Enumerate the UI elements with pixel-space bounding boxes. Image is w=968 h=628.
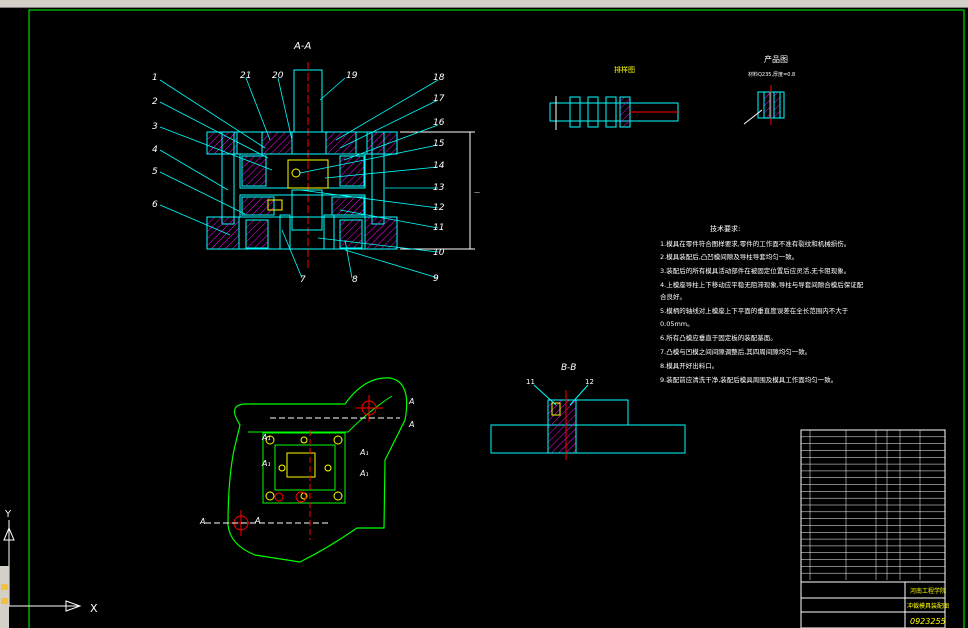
- callout-18: 18: [433, 73, 445, 83]
- sheet-border: [28, 9, 965, 628]
- callout-12: 12: [433, 203, 445, 213]
- tech-requirements: 技术要求: 1.模具在零件符合图样要求,零件的工作面不准有裂纹和机械损伤。 2.…: [660, 224, 864, 384]
- callout-16: 16: [433, 118, 445, 128]
- section-bb-title: B-B: [561, 363, 576, 373]
- tb-drawing-name: 冲裁模具装配图: [907, 602, 949, 610]
- tech-item-9: 9.装配前应清洗干净,装配后模具周围及模具工作面均匀一致。: [660, 375, 837, 384]
- tech-item-5b: 0.05mm。: [660, 320, 694, 328]
- tech-item-3: 3.装配后的所有模具活动部件在被固定位置后应灵活,无卡阻现象。: [660, 266, 850, 275]
- title-block: 河南工程学院 冲裁模具装配图 0923255: [800, 429, 949, 628]
- tb-school: 河南工程学院: [910, 587, 946, 595]
- product-drawing: 产品图 材料Q235,厚度=0.8: [743, 54, 795, 125]
- plan-label-a8: A₁: [261, 459, 271, 468]
- tech-item-7: 7.凸模与凹模之间间隙调整后,其四周间隙均匀一致。: [660, 347, 811, 356]
- plan-label-a4: A₁: [359, 469, 369, 478]
- callout-2: 2: [152, 97, 158, 107]
- callout-6: 6: [152, 200, 158, 210]
- bb-callout-12: 12: [585, 378, 594, 386]
- tech-item-4: 4.上模座导柱上下移动应平稳无阻滞现象,导柱与导套间隙合模后保证配: [660, 280, 864, 289]
- ucs-icon: Y X: [3, 509, 98, 615]
- callout-7: 7: [300, 275, 306, 285]
- callout-14: 14: [433, 161, 445, 171]
- strip-layout: 排样图: [549, 65, 680, 130]
- panel-key[interactable]: [1, 598, 8, 604]
- tech-item-1: 1.模具在零件符合图样要求,零件的工作面不准有裂纹和机械损伤。: [660, 239, 850, 248]
- section-bb: B-B 11 12: [490, 363, 686, 460]
- callout-8: 8: [352, 275, 358, 285]
- bb-callout-11: 11: [526, 378, 535, 386]
- tech-item-2: 2.模具装配后,凸凹模间隙及导柱导套均匀一致。: [660, 252, 798, 261]
- tech-item-5: 5.模柄的轴线对上模座上下平面的垂直度误差在全长范围内不大于: [660, 306, 849, 315]
- plan-label-a7: A₁: [261, 433, 271, 442]
- strip-title: 排样图: [614, 65, 635, 74]
- plan-view: A A A₁ A₁ A A A₁ A₁: [199, 377, 414, 563]
- callout-17: 17: [433, 94, 445, 104]
- plan-label-a2: A: [408, 420, 414, 429]
- plan-label-a1: A: [408, 397, 414, 406]
- callout-1: 1: [152, 73, 158, 83]
- section-aa-title: A-A: [293, 41, 311, 52]
- callout-3: 3: [152, 122, 158, 132]
- callout-19: 19: [346, 71, 358, 81]
- callout-9: 9: [433, 274, 439, 284]
- product-title: 产品图: [764, 54, 788, 64]
- callout-13: 13: [433, 183, 445, 193]
- tech-item-8: 8.模具开好出料口。: [660, 361, 718, 370]
- tech-item-6: 6.所有凸模应垂直于固定板的装配基面。: [660, 333, 777, 342]
- product-note: 材料Q235,厚度=0.8: [748, 71, 795, 78]
- section-aa: A-A — 1 2 3 4 5 6 21 20 19 18 17 16 15 1…: [152, 41, 480, 285]
- svg-text:—: —: [474, 189, 480, 196]
- ucs-x-label: X: [90, 602, 98, 615]
- callout-21: 21: [240, 71, 251, 81]
- tech-item-4b: 合良好。: [660, 292, 686, 301]
- callout-20: 20: [272, 71, 284, 81]
- plan-label-a6: A: [254, 516, 260, 525]
- callout-5: 5: [152, 167, 158, 177]
- drawing-canvas[interactable]: A-A — 1 2 3 4 5 6 21 20 19 18 17 16 15 1…: [0, 8, 968, 628]
- panel-key[interactable]: [1, 584, 8, 590]
- callout-4: 4: [152, 145, 158, 155]
- callout-10: 10: [433, 248, 445, 258]
- callout-11: 11: [433, 223, 444, 233]
- tb-drawing-no: 0923255: [910, 617, 946, 626]
- tech-title: 技术要求:: [710, 224, 740, 233]
- ucs-y-label: Y: [4, 509, 12, 520]
- plan-label-a5: A: [199, 517, 205, 526]
- toolbar-strip: [0, 0, 968, 8]
- left-side-panel[interactable]: [0, 566, 9, 628]
- callout-15: 15: [433, 139, 445, 149]
- plan-label-a3: A₁: [359, 448, 369, 457]
